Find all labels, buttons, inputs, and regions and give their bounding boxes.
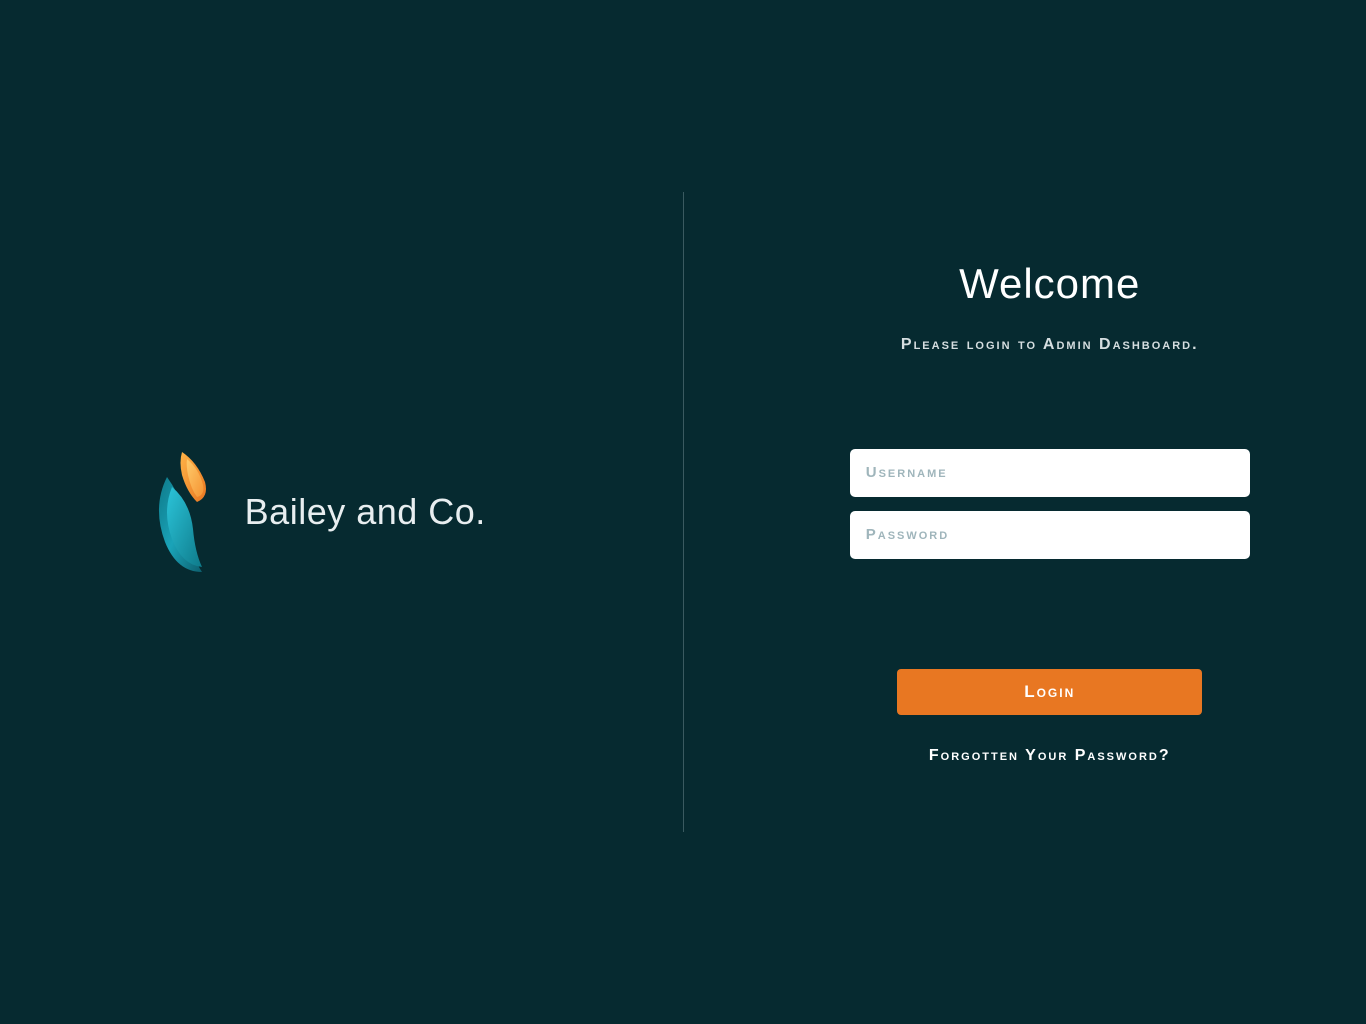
brand-name: Bailey and Co. — [245, 491, 486, 533]
login-container: Bailey and Co. Welcome Please login to A… — [0, 0, 1366, 1024]
login-panel: Welcome Please login to Admin Dashboard.… — [684, 260, 1366, 765]
welcome-title: Welcome — [959, 260, 1140, 308]
password-input[interactable] — [850, 511, 1250, 559]
login-form — [850, 449, 1250, 559]
username-input[interactable] — [850, 449, 1250, 497]
welcome-subtitle: Please login to Admin Dashboard. — [901, 336, 1199, 354]
login-button[interactable]: Login — [897, 669, 1202, 715]
flame-logo-icon — [147, 447, 227, 577]
forgot-password-link[interactable]: Forgotten Your Password? — [929, 747, 1171, 765]
logo-wrapper: Bailey and Co. — [147, 447, 486, 577]
brand-panel: Bailey and Co. — [0, 447, 683, 577]
